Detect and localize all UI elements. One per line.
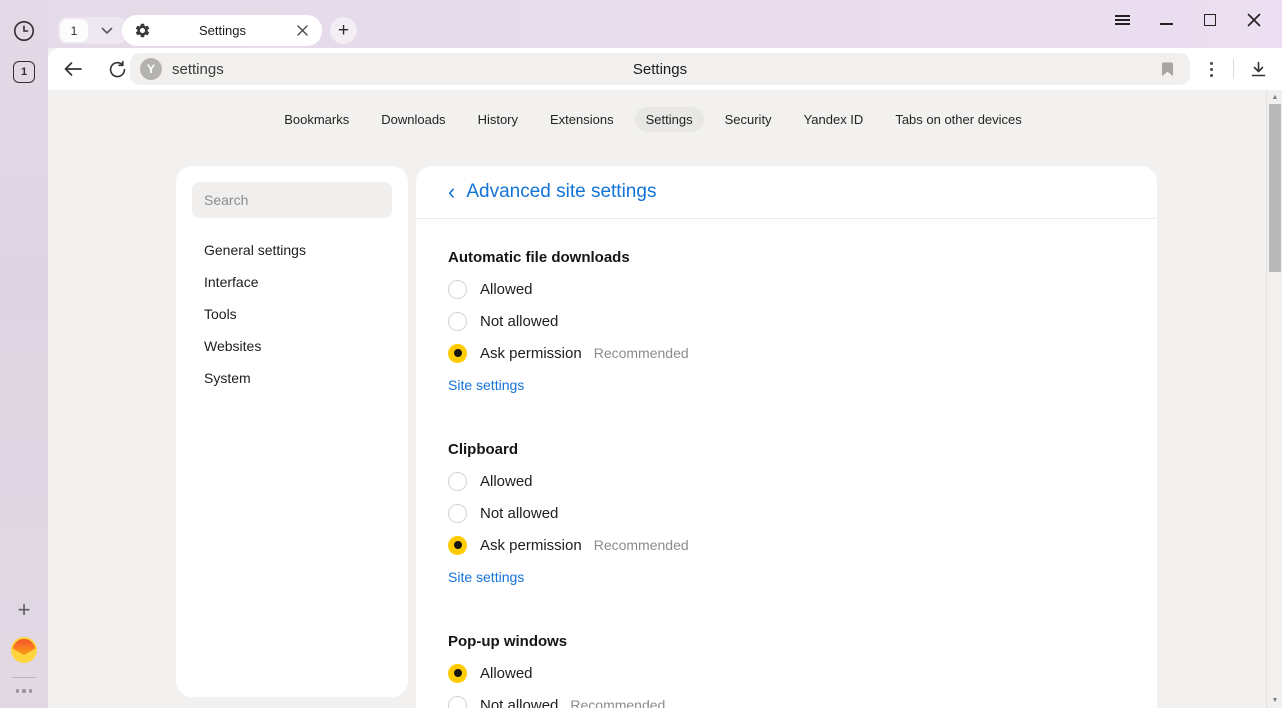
sidebar-item-interface[interactable]: Interface (176, 266, 408, 298)
tab-panel-button[interactable]: 1 (13, 61, 35, 83)
tab-counter-group: 1 (58, 17, 126, 44)
radio-option[interactable]: Allowed (448, 273, 1125, 305)
radio-label: Ask permission (480, 345, 582, 362)
maximize-button[interactable] (1194, 8, 1226, 32)
section-title: Pop-up windows (448, 625, 1125, 657)
section-title: Automatic file downloads (448, 241, 1125, 273)
radio-unselected-icon[interactable] (448, 504, 467, 523)
url-text: settings (172, 61, 224, 78)
scroll-up-icon[interactable]: ▲ (1267, 94, 1282, 101)
back-header[interactable]: ‹ Advanced site settings (416, 166, 1157, 219)
section-title: Clipboard (448, 433, 1125, 465)
site-settings-link[interactable]: Site settings (448, 569, 524, 585)
radio-label: Ask permission (480, 537, 582, 554)
radio-option[interactable]: Ask permission Recommended (448, 337, 1125, 369)
sidebar-item-system[interactable]: System (176, 362, 408, 394)
radio-option[interactable]: Not allowed Recommended (448, 689, 1125, 708)
search-input[interactable] (192, 182, 392, 218)
back-header-title[interactable]: Advanced site settings (466, 181, 656, 203)
nav-downloads[interactable]: Downloads (370, 107, 456, 132)
nav-security[interactable]: Security (714, 107, 783, 132)
rail-divider (12, 677, 36, 678)
bookmark-flag-icon[interactable] (1154, 57, 1180, 81)
nav-extensions[interactable]: Extensions (539, 107, 625, 132)
tab-close-icon[interactable] (294, 23, 310, 39)
left-rail: 1 + (0, 0, 48, 708)
scrollbar-thumb[interactable] (1269, 104, 1281, 272)
yandex-mail-icon[interactable] (11, 637, 37, 663)
recommended-note: Recommended (594, 345, 689, 361)
radio-option[interactable]: Allowed (448, 657, 1125, 689)
page-content: Bookmarks Downloads History Extensions S… (48, 90, 1282, 708)
download-icon[interactable] (1242, 54, 1274, 84)
nav-bookmarks[interactable]: Bookmarks (273, 107, 360, 132)
sidebar-item-general-settings[interactable]: General settings (176, 234, 408, 266)
radio-label: Allowed (480, 665, 533, 682)
minimize-button[interactable] (1150, 8, 1182, 32)
back-icon[interactable] (56, 54, 90, 84)
radio-selected-icon[interactable] (448, 664, 467, 683)
gear-icon (134, 22, 151, 39)
recommended-note: Recommended (594, 537, 689, 553)
tab-settings[interactable]: Settings (122, 15, 322, 46)
scroll-down-icon[interactable]: ▼ (1267, 697, 1282, 704)
radio-label: Not allowed (480, 313, 558, 330)
radio-option[interactable]: Ask permission Recommended (448, 529, 1125, 561)
site-settings-link[interactable]: Site settings (448, 377, 524, 393)
site-favicon: Y (140, 58, 162, 80)
sidebar-item-tools[interactable]: Tools (176, 298, 408, 330)
window-controls (1106, 8, 1270, 32)
chevron-down-icon[interactable] (88, 27, 126, 35)
titlebar: 1 Settings + (48, 0, 1282, 48)
radio-unselected-icon[interactable] (448, 312, 467, 331)
url-bar[interactable]: Y settings Settings (130, 53, 1190, 85)
tab-counter[interactable]: 1 (60, 19, 88, 42)
address-toolbar: Y settings Settings (48, 48, 1282, 90)
more-kebab-icon[interactable] (1198, 54, 1224, 84)
radio-label: Not allowed (480, 505, 558, 522)
radio-option[interactable]: Allowed (448, 465, 1125, 497)
radio-unselected-icon[interactable] (448, 280, 467, 299)
close-button[interactable] (1238, 8, 1270, 32)
page-scrollbar[interactable]: ▲ ▼ (1266, 90, 1282, 708)
recommended-note: Recommended (570, 697, 665, 708)
radio-selected-icon[interactable] (448, 344, 467, 363)
rail-add-icon[interactable]: + (12, 598, 36, 622)
nav-settings[interactable]: Settings (635, 107, 704, 132)
radio-unselected-icon[interactable] (448, 696, 467, 708)
radio-option[interactable]: Not allowed (448, 497, 1125, 529)
settings-nav: Bookmarks Downloads History Extensions S… (48, 107, 1258, 132)
sidebar-item-websites[interactable]: Websites (176, 330, 408, 362)
toolbar-divider (1233, 59, 1234, 79)
radio-option[interactable]: Not allowed (448, 305, 1125, 337)
back-chevron-icon[interactable]: ‹ (448, 182, 455, 202)
radio-selected-icon[interactable] (448, 536, 467, 555)
reload-icon[interactable] (100, 54, 134, 84)
rail-more-icon[interactable] (11, 686, 37, 696)
menu-hamburger-icon[interactable] (1106, 8, 1138, 32)
search-box (192, 182, 392, 218)
tab-title: Settings (151, 23, 294, 38)
nav-tabs-other-devices[interactable]: Tabs on other devices (884, 107, 1032, 132)
nav-history[interactable]: History (467, 107, 529, 132)
radio-label: Not allowed (480, 697, 558, 708)
radio-label: Allowed (480, 281, 533, 298)
new-tab-button[interactable]: + (330, 17, 357, 44)
radio-unselected-icon[interactable] (448, 472, 467, 491)
nav-yandex-id[interactable]: Yandex ID (793, 107, 875, 132)
history-clock-icon[interactable] (13, 20, 35, 42)
settings-sidebar: General settings Interface Tools Website… (176, 166, 408, 697)
page-title: Settings (130, 61, 1190, 78)
settings-main-panel: ‹ Advanced site settings Automatic file … (416, 166, 1157, 708)
radio-label: Allowed (480, 473, 533, 490)
